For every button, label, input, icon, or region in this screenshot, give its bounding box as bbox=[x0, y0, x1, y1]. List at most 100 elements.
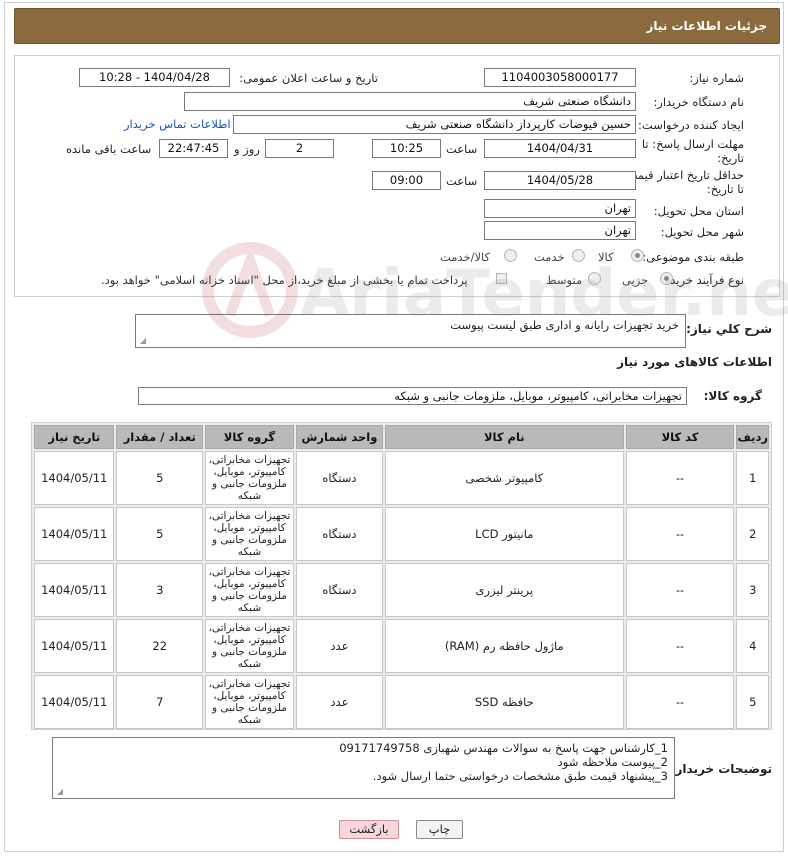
need-number-field[interactable]: 1104003058000177 bbox=[484, 68, 636, 87]
table-row[interactable]: 4 -- ماژول حافظه رم (RAM) عدد تجهیزات مخ… bbox=[34, 619, 769, 673]
cell-group: تجهیزات مخابراتی، کامپیوتر، موبایل، ملزو… bbox=[205, 619, 294, 673]
cell-unit: عدد bbox=[295, 675, 384, 729]
back-button[interactable]: بازگشت bbox=[339, 820, 399, 839]
category-goods-radio[interactable] bbox=[631, 249, 644, 262]
category-service-radio[interactable] bbox=[572, 249, 585, 262]
days-label: روز و bbox=[234, 142, 260, 156]
response-deadline-label-2: تاریخ: bbox=[717, 151, 744, 165]
price-validity-time-field[interactable]: 09:00 bbox=[372, 171, 441, 190]
cell-row-number: 4 bbox=[736, 619, 769, 673]
remaining-days-field[interactable]: 2 bbox=[265, 139, 334, 158]
page-header: جزئیات اطلاعات نیاز bbox=[14, 8, 780, 44]
cell-quantity: 5 bbox=[116, 507, 204, 561]
table-header-row: ردیف کد کالا نام کالا واحد شمارش گروه کا… bbox=[34, 425, 769, 449]
buyer-note-line: 2_پیوست ملاحظه شود bbox=[557, 755, 668, 769]
col-header-group: گروه کالا bbox=[205, 425, 294, 449]
goods-group-field[interactable]: تجهیزات مخابراتی، کامپیوتر، موبایل، ملزو… bbox=[138, 387, 687, 405]
cell-name: پرینتر لیزری bbox=[385, 563, 624, 617]
cell-group: تجهیزات مخابراتی، کامپیوتر، موبایل، ملزو… bbox=[205, 451, 294, 505]
price-validity-time-label: ساعت bbox=[446, 174, 478, 188]
response-time-field[interactable]: 10:25 bbox=[372, 139, 441, 158]
description-label: شرح کلي نياز: bbox=[686, 322, 772, 336]
resize-grip-icon[interactable]: ◢ bbox=[138, 337, 146, 345]
goods-group-label: گروه کالا: bbox=[703, 389, 762, 403]
category-label: طبقه بندی موضوعی: bbox=[642, 250, 744, 264]
price-validity-label-1: حداقل تاریخ اعتبار قیمت: bbox=[622, 168, 744, 182]
treasury-payment-note: پرداخت تمام یا بخشی از مبلغ خرید،از محل … bbox=[101, 273, 468, 287]
cell-code: -- bbox=[625, 507, 735, 561]
cell-quantity: 5 bbox=[116, 451, 204, 505]
buyer-note-line: 3_پیشنهاد قیمت طبق مشخصات درخواستی حتما … bbox=[372, 769, 668, 783]
buyer-notes-label: توضیحات خریدار: bbox=[670, 762, 772, 776]
cell-unit: عدد bbox=[295, 619, 384, 673]
cell-date: 1404/05/11 bbox=[34, 563, 115, 617]
response-deadline-label-1: مهلت ارسال پاسخ: تا bbox=[641, 137, 744, 151]
cell-quantity: 22 bbox=[116, 619, 204, 673]
table-row[interactable]: 5 -- حافظه SSD عدد تجهیزات مخابراتی، کام… bbox=[34, 675, 769, 729]
response-deadline-date-field[interactable]: 1404/04/31 bbox=[484, 139, 636, 158]
requester-field[interactable]: حسین فیوضات کارپرداز دانشگاه صنعتی شریف bbox=[233, 115, 636, 134]
cell-group: تجهیزات مخابراتی، کامپیوتر، موبایل، ملزو… bbox=[205, 563, 294, 617]
buyer-notes-textarea[interactable]: 1_کارشناس جهت پاسخ به سوالات مهندس شهباز… bbox=[52, 737, 675, 799]
purchase-medium-radio[interactable] bbox=[588, 272, 601, 285]
table-row[interactable]: 2 -- مانیتور LCD دستگاه تجهیزات مخابراتی… bbox=[34, 507, 769, 561]
buyer-note-line: 1_کارشناس جهت پاسخ به سوالات مهندس شهباز… bbox=[339, 741, 668, 755]
price-validity-label-2: تا تاریخ: bbox=[706, 182, 744, 196]
buyer-org-field[interactable]: دانشگاه صنعتی شریف bbox=[184, 92, 636, 111]
category-goods-service-label: کالا/خدمت bbox=[440, 250, 491, 264]
cell-unit: دستگاه bbox=[295, 507, 384, 561]
announce-datetime-label: تاریخ و ساعت اعلان عمومی: bbox=[239, 71, 378, 85]
print-button[interactable]: چاپ bbox=[416, 820, 463, 839]
remaining-time-field[interactable]: 22:47:45 bbox=[159, 139, 228, 158]
cell-unit: دستگاه bbox=[295, 451, 384, 505]
cell-row-number: 5 bbox=[736, 675, 769, 729]
delivery-city-label: شهر محل تحویل: bbox=[660, 225, 744, 239]
purchase-minor-label: جزیی bbox=[622, 273, 649, 287]
cell-code: -- bbox=[625, 619, 735, 673]
cell-date: 1404/05/11 bbox=[34, 451, 115, 505]
cell-name: مانیتور LCD bbox=[385, 507, 624, 561]
cell-group: تجهیزات مخابراتی، کامپیوتر، موبایل، ملزو… bbox=[205, 507, 294, 561]
goods-table-container: ردیف کد کالا نام کالا واحد شمارش گروه کا… bbox=[31, 422, 772, 730]
cell-name: حافظه SSD bbox=[385, 675, 624, 729]
cell-quantity: 3 bbox=[116, 563, 204, 617]
description-textarea[interactable]: خرید تجهیزات رایانه و اداری طبق لیست پیو… bbox=[135, 314, 686, 348]
category-service-label: خدمت bbox=[534, 250, 565, 264]
cell-group: تجهیزات مخابراتی، کامپیوتر، موبایل، ملزو… bbox=[205, 675, 294, 729]
treasury-payment-checkbox[interactable] bbox=[496, 273, 507, 284]
cell-row-number: 1 bbox=[736, 451, 769, 505]
goods-table: ردیف کد کالا نام کالا واحد شمارش گروه کا… bbox=[32, 423, 771, 731]
delivery-city-field[interactable]: تهران bbox=[484, 221, 636, 240]
buyer-contact-link[interactable]: اطلاعات تماس خریدار bbox=[124, 117, 231, 131]
purchase-minor-radio[interactable] bbox=[660, 272, 673, 285]
announce-datetime-field[interactable]: 1404/04/28 - 10:28 bbox=[79, 68, 230, 87]
description-text: خرید تجهیزات رایانه و اداری طبق لیست پیو… bbox=[450, 318, 679, 332]
cell-name: ماژول حافظه رم (RAM) bbox=[385, 619, 624, 673]
table-row[interactable]: 1 -- کامپیوتر شخصی دستگاه تجهیزات مخابرا… bbox=[34, 451, 769, 505]
col-header-row-number: ردیف bbox=[736, 425, 769, 449]
purchase-medium-label: متوسط bbox=[546, 273, 583, 287]
cell-name: کامپیوتر شخصی bbox=[385, 451, 624, 505]
price-validity-date-field[interactable]: 1404/05/28 bbox=[484, 171, 636, 190]
cell-code: -- bbox=[625, 675, 735, 729]
cell-date: 1404/05/11 bbox=[34, 619, 115, 673]
cell-date: 1404/05/11 bbox=[34, 507, 115, 561]
delivery-province-field[interactable]: تهران bbox=[484, 199, 636, 218]
cell-quantity: 7 bbox=[116, 675, 204, 729]
resize-grip-icon[interactable]: ◢ bbox=[55, 788, 63, 796]
table-row[interactable]: 3 -- پرینتر لیزری دستگاه تجهیزات مخابرات… bbox=[34, 563, 769, 617]
col-header-code: کد کالا bbox=[625, 425, 735, 449]
col-header-name: نام کالا bbox=[385, 425, 624, 449]
purchase-type-label: نوع فرآیند خرید : bbox=[662, 273, 744, 287]
category-goods-service-radio[interactable] bbox=[504, 249, 517, 262]
cell-row-number: 3 bbox=[736, 563, 769, 617]
cell-row-number: 2 bbox=[736, 507, 769, 561]
remaining-time-label: ساعت باقی مانده bbox=[66, 142, 152, 156]
cell-date: 1404/05/11 bbox=[34, 675, 115, 729]
cell-code: -- bbox=[625, 451, 735, 505]
col-header-quantity: تعداد / مقدار bbox=[116, 425, 204, 449]
delivery-province-label: استان محل تحویل: bbox=[653, 204, 744, 218]
page-title: جزئیات اطلاعات نیاز bbox=[646, 19, 767, 33]
cell-code: -- bbox=[625, 563, 735, 617]
goods-info-title: اطلاعات کالاهای مورد نیاز bbox=[617, 355, 772, 369]
